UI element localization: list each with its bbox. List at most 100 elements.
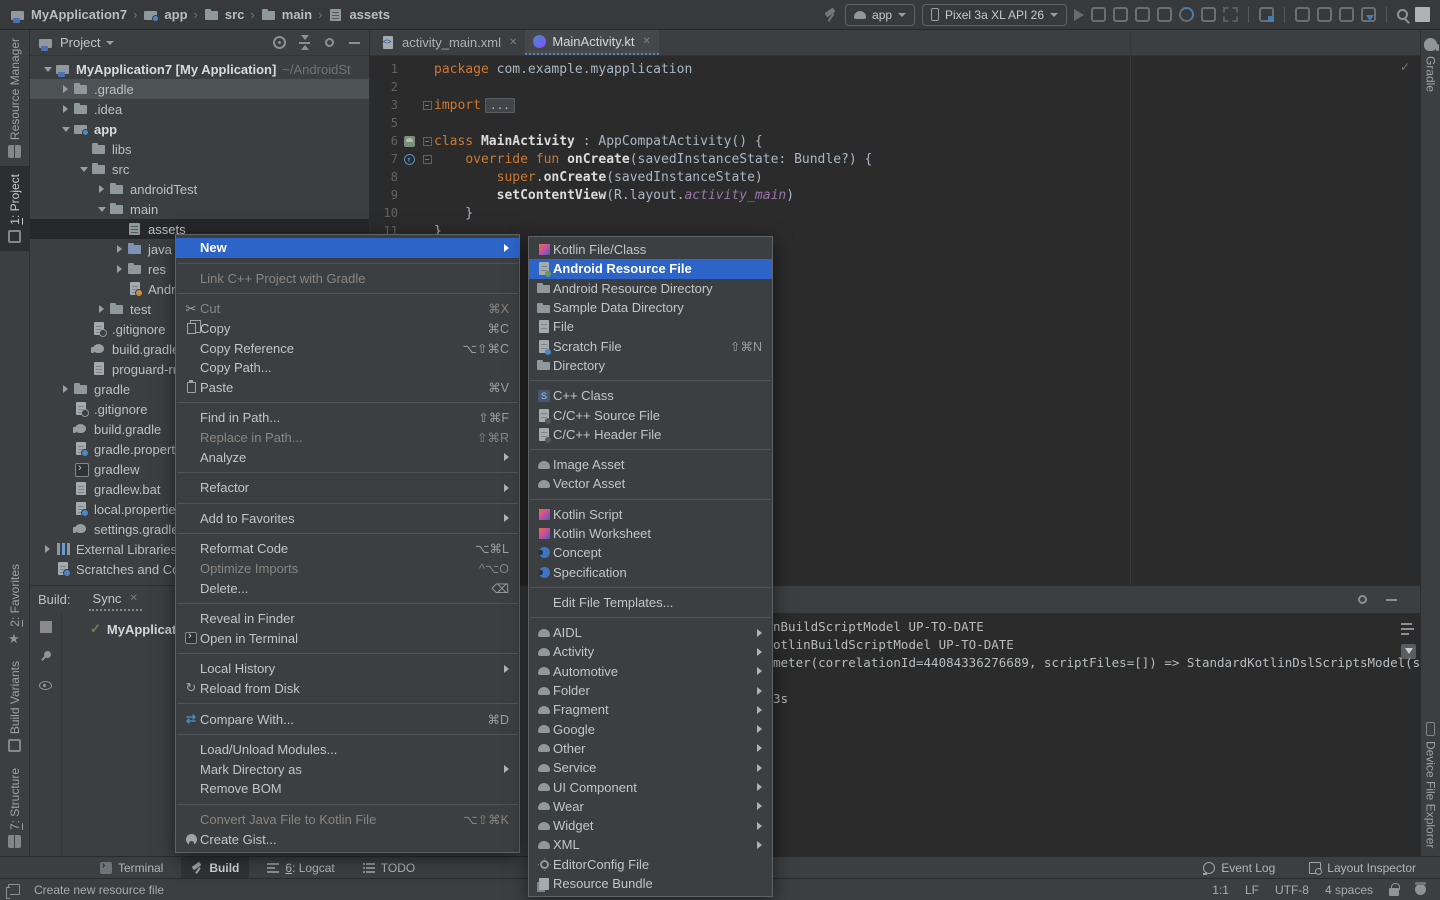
stop-all-icon[interactable] <box>1415 7 1430 22</box>
menu-item-android-resource-file[interactable]: Android Resource File <box>529 259 772 278</box>
menu-item-widget[interactable]: Widget <box>529 816 772 835</box>
menu-item-cut[interactable]: ✂Cut⌘X <box>176 299 519 319</box>
pin-icon[interactable] <box>40 651 52 663</box>
menu-item-image-asset[interactable]: Image Asset <box>529 455 772 474</box>
tab-mainactivity-kt[interactable]: MainActivity.kt✕ <box>525 30 659 55</box>
search-everywhere-icon[interactable] <box>1397 9 1408 20</box>
status-segment-utf-8[interactable]: UTF-8 <box>1275 883 1309 897</box>
status-segment-lf[interactable]: LF <box>1245 883 1259 897</box>
tool-window-switcher-icon[interactable] <box>8 884 20 895</box>
toolwindow-tab-terminal[interactable]: Terminal <box>90 857 173 878</box>
menu-item-open-in-terminal[interactable]: Open in Terminal <box>176 629 519 649</box>
menu-item-file[interactable]: File <box>529 317 772 336</box>
code-area[interactable]: 1package com.example.myapplication23−imp… <box>370 56 1420 240</box>
toolwindow-tab-todo[interactable]: TODO <box>353 857 425 878</box>
virtual-device-download-icon[interactable] <box>1361 7 1376 22</box>
menu-item-ui-component[interactable]: UI Component <box>529 777 772 796</box>
menu-item-create-gist[interactable]: Create Gist... <box>176 829 519 849</box>
hide-panel-button[interactable] <box>348 36 361 49</box>
attach-debugger-icon[interactable] <box>1157 7 1172 22</box>
menu-item-kotlin-file-class[interactable]: Kotlin File/Class <box>529 240 772 259</box>
tool-stripe-1-project[interactable]: 1: Project <box>0 166 29 251</box>
menu-item-copy[interactable]: Copy⌘C <box>176 319 519 339</box>
tool-stripe-device-file-explorer[interactable]: Device File Explorer <box>1421 714 1440 856</box>
menu-item-find-in-path[interactable]: Find in Path...⇧⌘F <box>176 408 519 428</box>
menu-item-resource-bundle[interactable]: Resource Bundle <box>529 874 772 893</box>
menu-item-sample-data-directory[interactable]: Sample Data Directory <box>529 298 772 317</box>
menu-item-automotive[interactable]: Automotive <box>529 662 772 681</box>
menu-item-google[interactable]: Google <box>529 720 772 739</box>
menu-item-c-c-source-file[interactable]: C/C++ Source File <box>529 405 772 424</box>
filter-icon[interactable] <box>39 681 52 690</box>
apply-code-changes-icon[interactable] <box>1113 7 1128 22</box>
soft-wrap-icon[interactable] <box>1401 621 1416 636</box>
menu-item-reformat-code[interactable]: Reformat Code⌥⌘L <box>176 539 519 559</box>
gear-icon[interactable] <box>1358 595 1367 604</box>
stop-icon[interactable] <box>1223 7 1238 22</box>
menu-item-directory[interactable]: Directory <box>529 356 772 375</box>
tree-item-androidtest[interactable]: androidTest <box>30 179 369 199</box>
menu-item-scratch-file[interactable]: Scratch File⇧⌘N <box>529 336 772 355</box>
run-config-select[interactable]: app <box>845 4 915 26</box>
tool-stripe-7-structure[interactable]: 7: Structure <box>0 760 29 856</box>
menu-item-edit-file-templates[interactable]: Edit File Templates... <box>529 593 772 612</box>
toolwindow-tab-build[interactable]: Build <box>181 857 249 878</box>
chevron-down-icon[interactable] <box>106 41 114 45</box>
menu-item-remove-bom[interactable]: Remove BOM <box>176 779 519 799</box>
menu-item-other[interactable]: Other <box>529 739 772 758</box>
status-segment-1-1[interactable]: 1:1 <box>1212 883 1229 897</box>
menu-item-analyze[interactable]: Analyze <box>176 447 519 467</box>
tree-item-myapplication7-my-application[interactable]: MyApplication7 [My Application]~/Android… <box>30 59 369 79</box>
avd-manager-icon[interactable] <box>1295 7 1310 22</box>
menu-item-specification[interactable]: Specification <box>529 562 772 581</box>
hammer-icon[interactable] <box>823 7 838 22</box>
tree-item-app[interactable]: app <box>30 119 369 139</box>
tab-activity-main-xml[interactable]: activity_main.xml✕ <box>372 30 525 55</box>
tree-item-gradle[interactable]: .gradle <box>30 79 369 99</box>
tool-stripe-build-variants[interactable]: Build Variants <box>0 653 29 760</box>
hide-panel-button[interactable] <box>1385 593 1398 606</box>
menu-item-load-unload-modules[interactable]: Load/Unload Modules... <box>176 740 519 760</box>
breadcrumb-item-assets[interactable]: assets <box>328 7 389 22</box>
breadcrumb-item-main[interactable]: main <box>261 7 312 22</box>
menu-item-activity[interactable]: Activity <box>529 642 772 661</box>
menu-item-reload-from-disk[interactable]: ↻Reload from Disk <box>176 679 519 699</box>
capture-layout-icon[interactable] <box>1259 7 1274 22</box>
menu-item-c-c-header-file[interactable]: C/C++ Header File <box>529 425 772 444</box>
breadcrumb-item-src[interactable]: src <box>204 7 245 22</box>
stop-icon[interactable] <box>40 621 52 633</box>
menu-item-replace-in-path[interactable]: Replace in Path...⇧⌘R <box>176 428 519 448</box>
menu-item-compare-with[interactable]: ⇄Compare With...⌘D <box>176 709 519 729</box>
run-icon[interactable] <box>1074 9 1084 21</box>
tool-stripe-resource-manager[interactable]: Resource Manager <box>0 30 29 166</box>
menu-item-add-to-favorites[interactable]: Add to Favorites <box>176 509 519 529</box>
menu-item-new[interactable]: New <box>176 238 519 258</box>
menu-item-fragment[interactable]: Fragment <box>529 700 772 719</box>
menu-item-local-history[interactable]: Local History <box>176 659 519 679</box>
status-segment-4-spaces[interactable]: 4 spaces <box>1325 883 1373 897</box>
menu-item-android-resource-directory[interactable]: Android Resource Directory <box>529 279 772 298</box>
menu-item-mark-directory-as[interactable]: Mark Directory as <box>176 759 519 779</box>
menu-item-kotlin-script[interactable]: Kotlin Script <box>529 505 772 524</box>
menu-item-copy-path[interactable]: Copy Path... <box>176 358 519 378</box>
collapse-all-button[interactable] <box>298 36 311 49</box>
breadcrumb-item-myapplication7[interactable]: MyApplication7 <box>10 7 127 22</box>
tree-item-main[interactable]: main <box>30 199 369 219</box>
toolwindow-tab-event-log[interactable]: Event Log <box>1193 857 1285 878</box>
menu-item-kotlin-worksheet[interactable]: Kotlin Worksheet <box>529 524 772 543</box>
breadcrumb-item-app[interactable]: app <box>143 7 187 22</box>
device-select[interactable]: Pixel 3a XL API 26 <box>922 4 1067 26</box>
menu-item-editorconfig-file[interactable]: EditorConfig File <box>529 855 772 874</box>
menu-item-copy-reference[interactable]: Copy Reference⌥⇧⌘C <box>176 338 519 358</box>
menu-item-wear[interactable]: Wear <box>529 797 772 816</box>
menu-item-convert-java-file-to-kotlin-file[interactable]: Convert Java File to Kotlin File⌥⇧⌘K <box>176 810 519 830</box>
hector-inspections-icon[interactable] <box>1415 884 1426 895</box>
gear-icon[interactable] <box>325 38 334 47</box>
tool-stripe-gradle[interactable]: Gradle <box>1421 30 1440 100</box>
debug-icon[interactable] <box>1135 7 1150 22</box>
menu-item-vector-asset[interactable]: Vector Asset <box>529 474 772 493</box>
build-sync-tab[interactable]: Sync ✕ <box>89 588 142 611</box>
menu-item-paste[interactable]: Paste⌘V <box>176 378 519 398</box>
menu-item-concept[interactable]: Concept <box>529 543 772 562</box>
apply-changes-icon[interactable] <box>1091 7 1106 22</box>
